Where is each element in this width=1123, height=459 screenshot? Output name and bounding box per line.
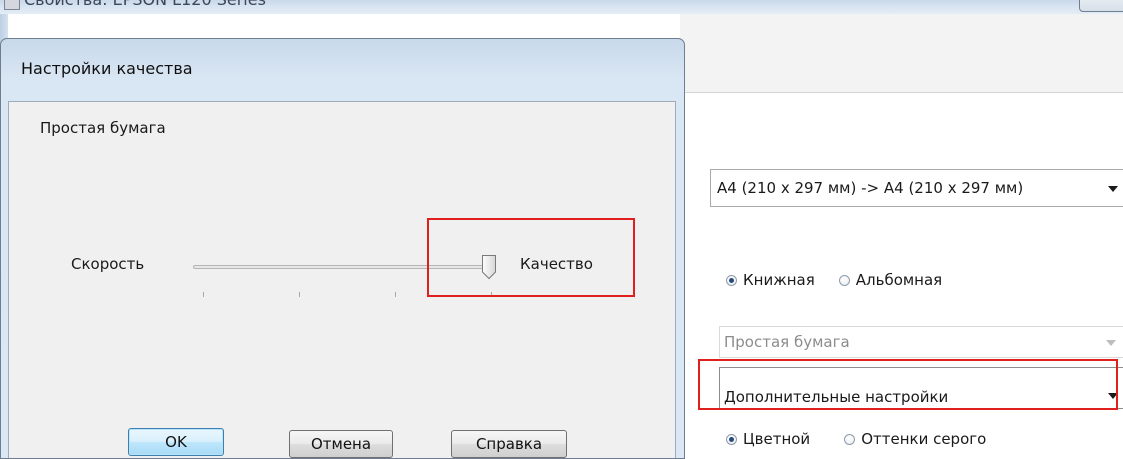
paper-size-value: A4 (210 x 297 мм) -> A4 (210 x 297 мм) [717,179,1024,197]
orientation-landscape-radio[interactable]: Альбомная [838,271,943,289]
radio-unchecked-icon [838,274,850,286]
quality-slider-track[interactable] [193,265,493,269]
color-mode-color-label: Цветной [743,430,811,448]
slider-tick [491,292,492,297]
help-button[interactable]: Справка [451,430,567,458]
slider-min-label: Скорость [71,255,145,273]
color-mode-radio-group: Цветной Оттенки серого [726,430,1010,448]
color-mode-color-radio[interactable]: Цветной [726,430,810,448]
paper-type-combobox: Простая бумага [719,326,1123,358]
quality-value: Дополнительные настройки [724,388,949,406]
quality-settings-dialog: Настройки качества Простая бумага Скорос… [0,38,685,459]
dialog-titlebar[interactable]: Настройки качества [1,39,684,101]
background-window-title: Свойства: EPSON L120 Series [24,0,266,9]
orientation-portrait-radio[interactable]: Книжная [726,271,815,289]
printer-icon [4,0,20,10]
slider-max-label: Качество [520,255,593,273]
paper-type-value: Простая бумага [724,333,850,351]
radio-unchecked-icon [844,433,856,445]
color-mode-grayscale-label: Оттенки серого [861,430,987,448]
cancel-button[interactable]: Отмена [289,430,393,458]
ok-button[interactable]: OK [128,428,224,456]
quality-combobox[interactable]: Дополнительные настройки [719,367,1123,409]
orientation-landscape-label: Альбомная [855,271,943,289]
paper-size-combobox[interactable]: A4 (210 x 297 мм) -> A4 (210 x 297 мм) [710,169,1123,207]
background-window-tabstrip [680,14,1123,93]
chevron-down-icon [1106,340,1116,346]
slider-tick [203,292,204,297]
dialog-title: Настройки качества [21,59,193,78]
slider-tick [395,292,396,297]
radio-checked-icon [726,433,737,445]
color-mode-grayscale-radio[interactable]: Оттенки серого [844,430,986,448]
orientation-radio-group: Книжная Альбомная [726,271,966,289]
paper-type-label: Простая бумага [40,119,166,137]
slider-tick [299,292,300,297]
radio-checked-icon [726,274,737,286]
dialog-client-area: Простая бумага Скорость Качество OK Отме… [8,101,676,458]
orientation-portrait-label: Книжная [743,271,815,289]
chevron-down-icon [1108,393,1118,399]
background-window-titlebar: Свойства: EPSON L120 Series [0,0,1123,14]
window-close-button[interactable] [1079,0,1123,12]
chevron-down-icon [1108,186,1118,192]
quality-slider-thumb[interactable] [481,254,497,280]
screen: Свойства: EPSON L120 Series A4 (210 x 29… [0,0,1123,459]
